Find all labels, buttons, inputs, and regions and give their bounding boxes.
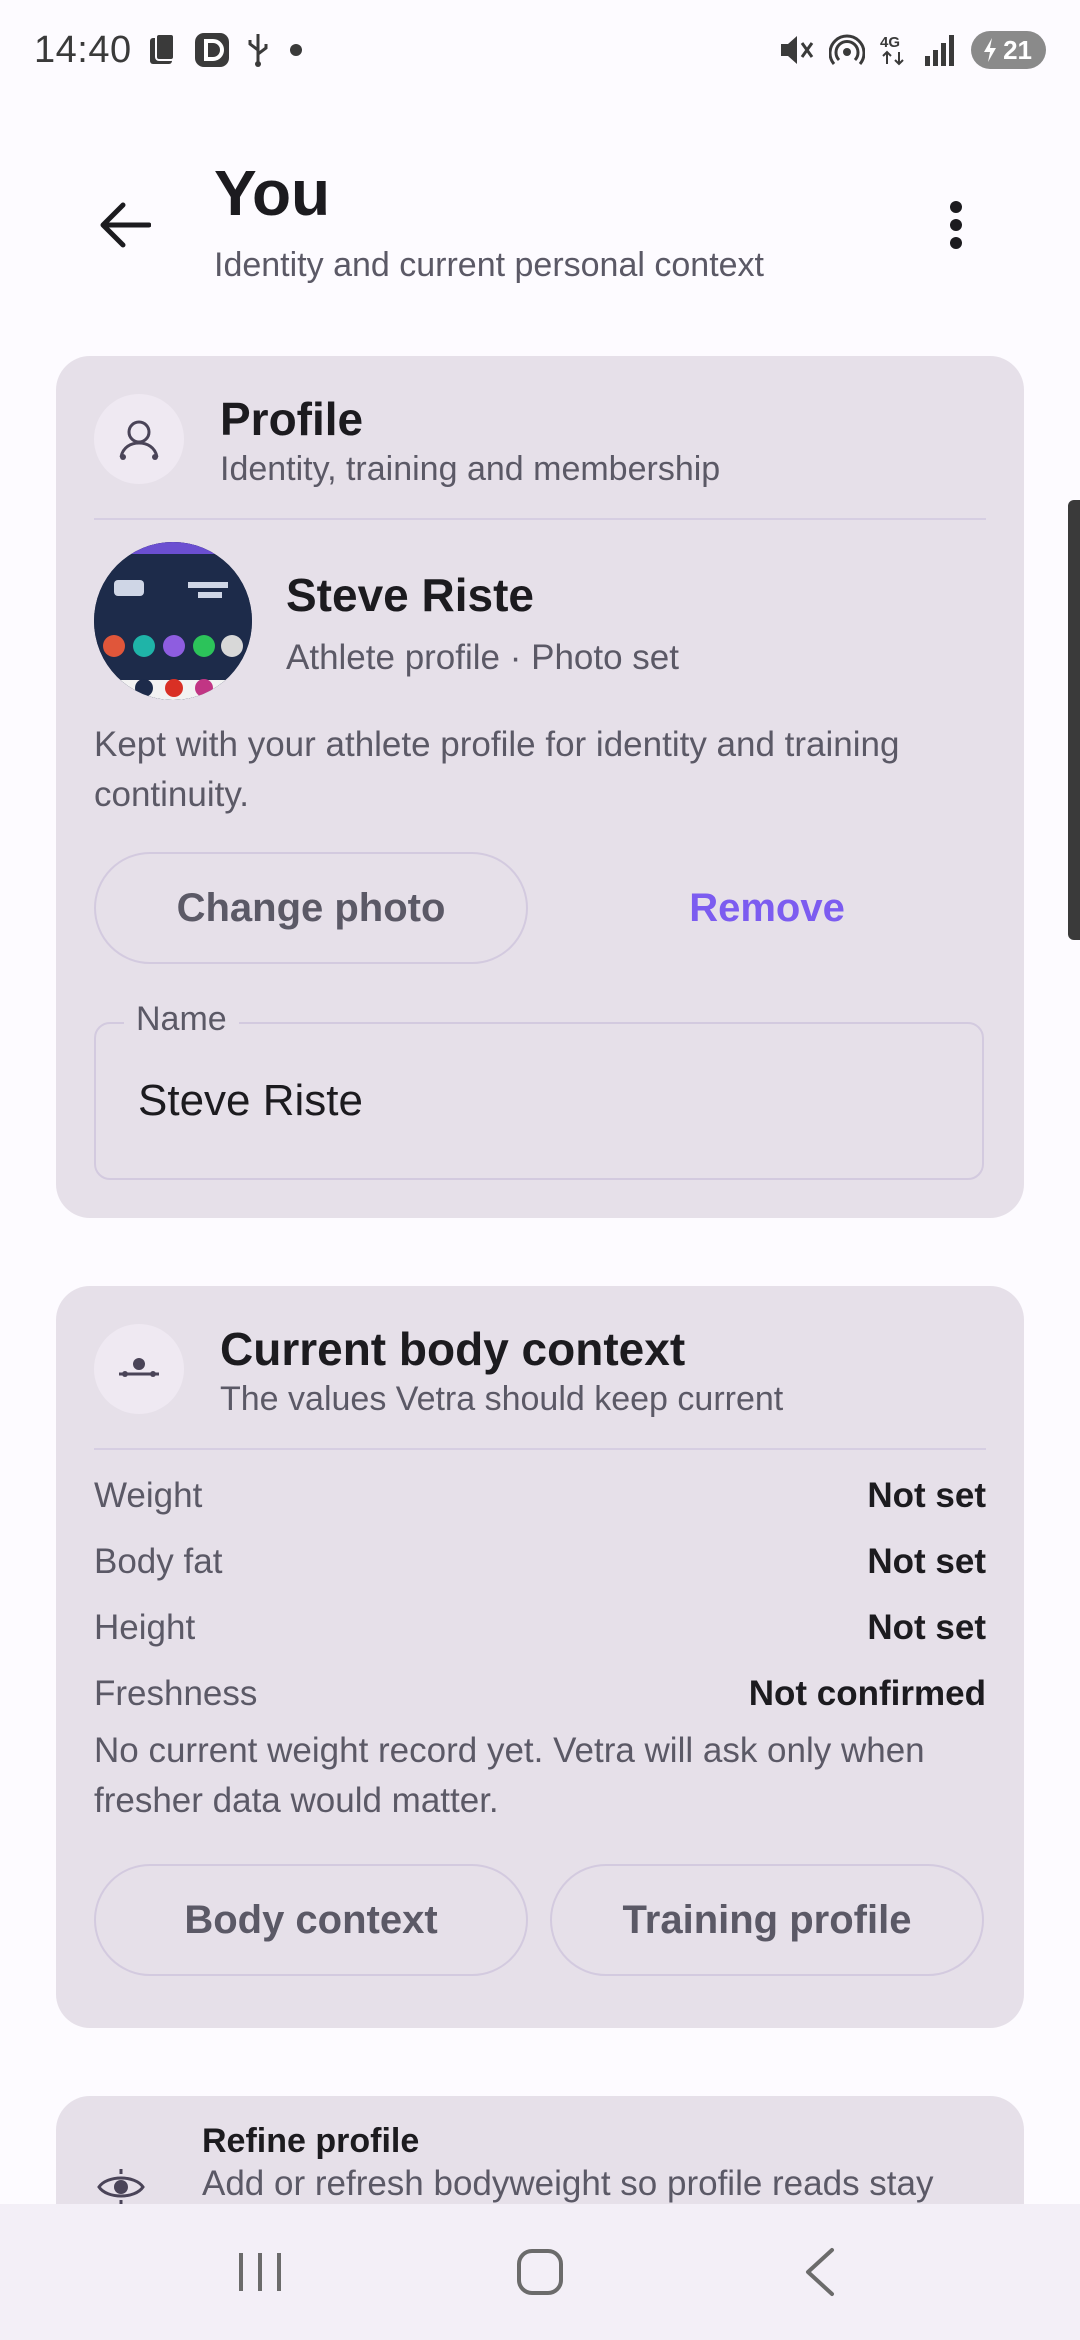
profile-card-header: Profile Identity, training and membershi… — [94, 393, 986, 488]
weight-value: Not set — [867, 1476, 986, 1515]
body-context-note: No current weight record yet. Vetra will… — [94, 1731, 925, 1820]
body-context-button[interactable]: Body context — [94, 1864, 528, 1976]
body-card-subtitle: The values Vetra should keep current — [220, 1380, 784, 1418]
body-context-card: Current body context The values Vetra sh… — [56, 1286, 1024, 2028]
body-card-header: Current body context The values Vetra sh… — [94, 1323, 986, 1418]
status-bar: 14:40 4G 21 — [0, 0, 1080, 100]
weight-label: Weight — [94, 1476, 203, 1515]
refine-card-subtitle: Add or refresh bodyweight so profile rea… — [202, 2164, 934, 2203]
d-app-icon — [194, 32, 230, 68]
change-photo-button[interactable]: Change photo — [94, 852, 528, 964]
battery-level: 21 — [1003, 34, 1032, 65]
body-scale-icon — [94, 1324, 184, 1414]
mute-icon — [777, 32, 815, 68]
page-title: You — [214, 157, 331, 229]
profile-meta: Athlete profile · Photo set — [286, 638, 679, 677]
freshness-label: Freshness — [94, 1674, 258, 1713]
usb-icon — [244, 32, 272, 68]
height-row: Height Not set — [94, 1608, 986, 1658]
arrow-back-icon — [100, 202, 151, 248]
name-field-label: Name — [124, 1000, 239, 1039]
status-left: 14:40 — [34, 29, 306, 72]
more-vert-icon — [950, 201, 962, 249]
profile-name: Steve Riste — [286, 569, 535, 621]
weight-row: Weight Not set — [94, 1476, 986, 1526]
home-button[interactable] — [480, 2222, 600, 2322]
profile-card: Profile Identity, training and membershi… — [56, 356, 1024, 1218]
profile-description: Kept with your athlete profile for ident… — [94, 725, 900, 814]
status-right: 4G 21 — [777, 31, 1046, 69]
clipboard-icon — [146, 32, 180, 68]
body-fat-row: Body fat Not set — [94, 1542, 986, 1592]
height-value: Not set — [867, 1608, 986, 1647]
divider — [94, 1448, 986, 1450]
4g-icon: 4G — [879, 32, 909, 68]
system-nav-bar — [0, 2204, 1080, 2340]
avatar[interactable] — [94, 542, 252, 700]
app-bar: You Identity and current personal contex… — [0, 150, 1080, 300]
recents-icon — [239, 2253, 281, 2291]
profile-card-subtitle: Identity, training and membership — [220, 450, 721, 488]
training-profile-button[interactable]: Training profile — [550, 1864, 984, 1976]
svg-text:4G: 4G — [880, 34, 900, 51]
remove-photo-button[interactable]: Remove — [550, 852, 984, 964]
page-subtitle: Identity and current personal context — [214, 246, 764, 284]
battery-icon: 21 — [971, 31, 1046, 69]
system-back-button[interactable] — [760, 2222, 880, 2322]
home-icon — [517, 2249, 563, 2295]
divider — [94, 518, 986, 520]
more-options-button[interactable] — [926, 190, 986, 260]
person-icon — [94, 394, 184, 484]
profile-card-title: Profile — [220, 393, 364, 445]
recents-button[interactable] — [200, 2222, 320, 2322]
status-time: 14:40 — [34, 28, 132, 71]
body-card-title: Current body context — [220, 1323, 686, 1375]
freshness-value: Not confirmed — [748, 1674, 986, 1713]
body-fat-value: Not set — [867, 1542, 986, 1581]
hotspot-icon — [829, 32, 866, 68]
body-fat-label: Body fat — [94, 1542, 223, 1581]
freshness-row: Freshness Not confirmed — [94, 1674, 986, 1724]
name-field[interactable]: Name Steve Riste — [94, 1000, 984, 1180]
refine-card-title: Refine profile — [202, 2122, 420, 2160]
signal-icon — [923, 32, 957, 68]
back-button[interactable] — [90, 190, 160, 260]
dot-icon — [286, 40, 306, 60]
chevron-left-icon — [806, 2248, 834, 2296]
scroll-indicator[interactable] — [1068, 500, 1080, 940]
name-field-value[interactable]: Steve Riste — [138, 1076, 363, 1126]
height-label: Height — [94, 1608, 196, 1647]
